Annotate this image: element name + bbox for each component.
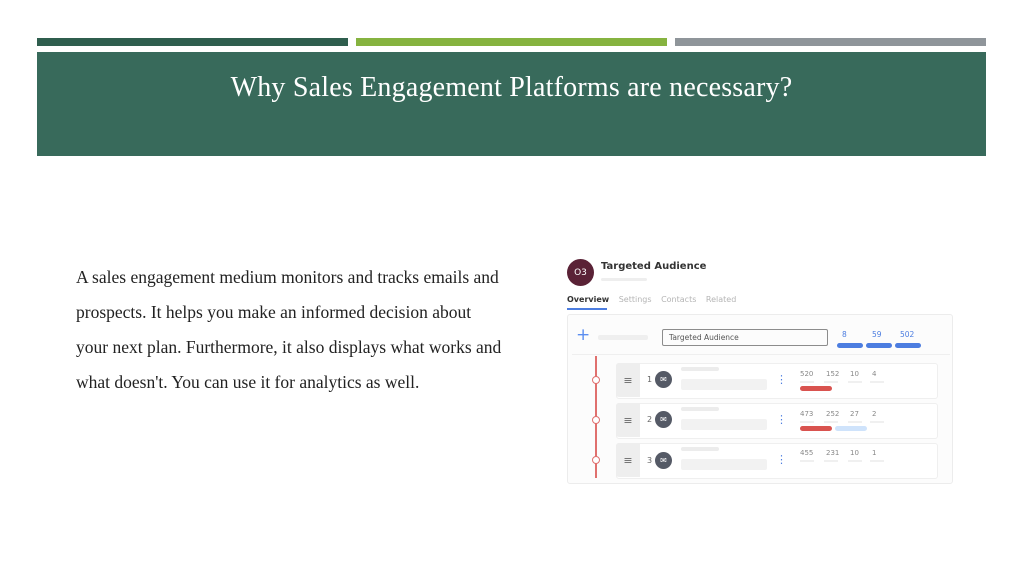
metric-value: 473 (800, 410, 814, 418)
title-band: Why Sales Engagement Platforms are neces… (37, 52, 986, 156)
step-name-placeholder (681, 367, 719, 371)
email-icon: ✉ (655, 452, 672, 469)
metric-value: 252 (826, 410, 840, 418)
metric-label-placeholder (800, 421, 814, 423)
toolbar-placeholder (598, 335, 648, 340)
step-detail-placeholder (681, 459, 767, 470)
metric-label-placeholder (870, 421, 884, 423)
more-vertical-icon[interactable]: ⋮ (776, 454, 787, 465)
metric-label-placeholder (824, 421, 838, 423)
email-icon: ✉ (655, 371, 672, 388)
stat-bar (895, 343, 921, 348)
tab-settings[interactable]: Settings (619, 295, 652, 304)
avatar: O3 (567, 259, 594, 286)
step-name-placeholder (681, 447, 719, 451)
tab-contacts[interactable]: Contacts (661, 295, 696, 304)
metric-label-placeholder (848, 421, 862, 423)
embedded-screenshot: O3 Targeted Audience Overview Settings C… (560, 252, 960, 492)
email-icon: ✉ (655, 411, 672, 428)
more-vertical-icon[interactable]: ⋮ (776, 414, 787, 425)
metric-value: 152 (826, 370, 840, 378)
step-number: 2 (647, 415, 653, 424)
tab-related[interactable]: Related (706, 295, 736, 304)
step-number: 3 (647, 456, 653, 465)
tab-bar: Overview Settings Contacts Related (567, 295, 743, 304)
metric-value: 1 (872, 449, 877, 457)
stat-bar (866, 343, 892, 348)
step-name-placeholder (681, 407, 719, 411)
metric-value: 4 (872, 370, 877, 378)
metric-label-placeholder (800, 381, 814, 383)
screenshot-title: Targeted Audience (601, 261, 707, 272)
timeline-node (592, 456, 600, 464)
accent-bar-light-green (356, 38, 667, 46)
metric-label-placeholder (824, 460, 838, 462)
progress-bar-red (800, 426, 832, 431)
slide-body-text: A sales engagement medium monitors and t… (76, 267, 502, 392)
metric-value: 10 (850, 449, 859, 457)
metric-value: 2 (872, 410, 877, 418)
timeline-node (592, 376, 600, 384)
drag-handle-icon[interactable]: ≡ (616, 403, 640, 437)
stat-value: 502 (900, 330, 915, 339)
step-detail-placeholder (681, 379, 767, 390)
metric-label-placeholder (824, 381, 838, 383)
stat-value: 59 (872, 330, 882, 339)
metric-value: 231 (826, 449, 840, 457)
progress-bar-light (835, 426, 867, 431)
active-tab-indicator (567, 308, 607, 310)
progress-bar-red (800, 386, 832, 391)
metric-label-placeholder (870, 460, 884, 462)
audience-field[interactable]: Targeted Audience (662, 329, 828, 346)
metric-label-placeholder (800, 460, 814, 462)
accent-bar-dark-green (37, 38, 348, 46)
timeline-node (592, 416, 600, 424)
plus-icon[interactable]: + (576, 327, 590, 344)
more-vertical-icon[interactable]: ⋮ (776, 374, 787, 385)
metric-value: 455 (800, 449, 814, 457)
slide-title: Why Sales Engagement Platforms are neces… (230, 72, 793, 103)
stat-value: 8 (842, 330, 847, 339)
metric-value: 10 (850, 370, 859, 378)
metric-label-placeholder (848, 381, 862, 383)
stat-bar (837, 343, 863, 348)
metric-value: 27 (850, 410, 859, 418)
step-detail-placeholder (681, 419, 767, 430)
tab-overview[interactable]: Overview (567, 295, 609, 304)
subtitle-placeholder (601, 278, 647, 281)
drag-handle-icon[interactable]: ≡ (616, 363, 640, 397)
metric-label-placeholder (870, 381, 884, 383)
drag-handle-icon[interactable]: ≡ (616, 443, 640, 477)
accent-bar-gray (675, 38, 986, 46)
metric-value: 520 (800, 370, 814, 378)
metric-label-placeholder (848, 460, 862, 462)
step-number: 1 (647, 375, 653, 384)
